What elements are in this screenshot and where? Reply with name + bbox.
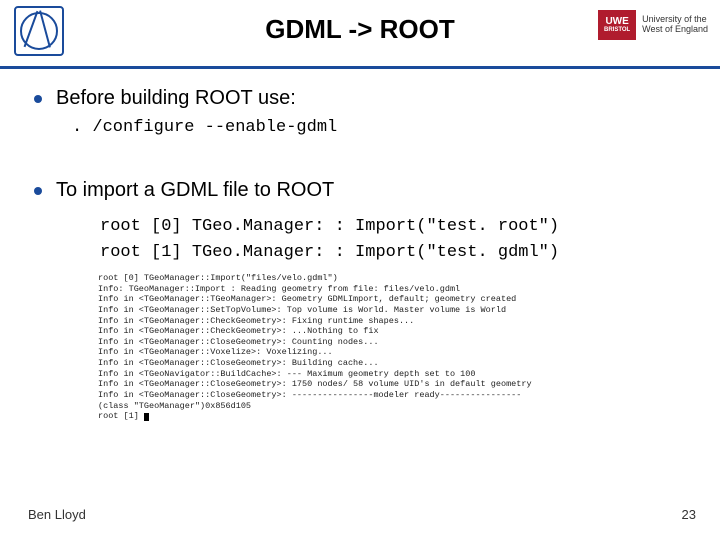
bullet-1: Before building ROOT use: — [28, 87, 692, 110]
uwe-text-line2: West of England — [642, 25, 708, 35]
code-configure: . /configure --enable-gdml — [72, 118, 692, 137]
bullet-2: To import a GDML file to ROOT — [28, 179, 692, 202]
code-import: root [0] TGeo.Manager: : Import("test. r… — [100, 214, 692, 265]
bullet-list-2: To import a GDML file to ROOT — [28, 179, 692, 202]
slide: GDML -> ROOT UWE BRISTOL University of t… — [0, 0, 720, 540]
uwe-badge-top: UWE — [605, 17, 628, 27]
bullet-list: Before building ROOT use: — [28, 87, 692, 110]
uwe-text: University of the West of England — [642, 15, 708, 35]
footer-page-number: 23 — [682, 507, 696, 522]
uwe-logo: UWE BRISTOL University of the West of En… — [598, 10, 708, 40]
slide-content: Before building ROOT use: . /configure -… — [0, 69, 720, 422]
uwe-badge: UWE BRISTOL — [598, 10, 636, 40]
slide-header: GDML -> ROOT UWE BRISTOL University of t… — [0, 0, 720, 69]
footer-author: Ben Lloyd — [28, 507, 86, 522]
terminal-output: root [0] TGeoManager::Import("files/velo… — [98, 273, 638, 422]
uwe-badge-bottom: BRISTOL — [604, 27, 630, 33]
